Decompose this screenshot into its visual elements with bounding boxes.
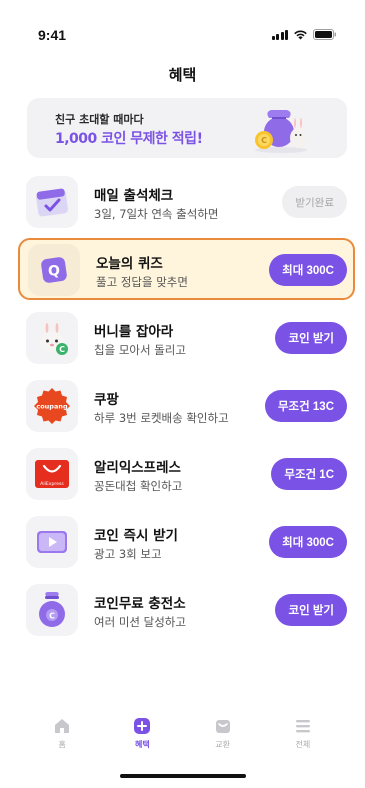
battery-icon [313, 29, 337, 40]
tab-label: 교환 [215, 740, 230, 749]
bottom-tab-bar: 홈 혜택 교환 전체 [0, 712, 365, 762]
quiz-q-icon: Q [28, 244, 80, 296]
svg-text:C: C [261, 136, 267, 145]
benefit-title: 오늘의 퀴즈 [96, 256, 163, 272]
plus-circle-icon [132, 716, 152, 736]
received-complete-button[interactable]: 받기완료 [282, 186, 347, 218]
benefit-subtitle: 칩을 모아서 돌리고 [94, 343, 186, 357]
status-time: 9:41 [38, 27, 67, 43]
play-video-icon [26, 516, 78, 568]
tab-home[interactable]: 홈 [37, 712, 87, 762]
coin-bag-icon: C [26, 584, 78, 636]
benefit-row-instant-coin[interactable]: 코인 즉시 받기 광고 3회 보고 최대 300C [18, 510, 355, 572]
benefit-title: 매일 출석체크 [94, 188, 174, 204]
benefit-title: 쿠팡 [94, 392, 119, 408]
benefit-row-aliexpress[interactable]: AliExpress 알리익스프레스 꽁돈대첩 확인하고 무조건 1C [18, 442, 355, 504]
tab-benefits[interactable]: 혜택 [117, 712, 167, 762]
benefit-row-coupang[interactable]: coupang 쿠팡 하루 3번 로켓배송 확인하고 무조건 13C [18, 374, 355, 436]
quiz-max-coin-button[interactable]: 최대 300C [269, 254, 347, 286]
home-icon [52, 716, 72, 736]
benefit-row-attendance[interactable]: 매일 출석체크 3일, 7일차 연속 출석하면 받기완료 [18, 170, 355, 232]
home-indicator [120, 774, 246, 778]
benefit-subtitle: 하루 3번 로켓배송 확인하고 [94, 411, 229, 425]
benefit-row-free-coin-station[interactable]: C 코인무료 충전소 여러 미션 달성하고 코인 받기 [18, 578, 355, 640]
wifi-icon [293, 29, 308, 40]
benefit-title: 알리익스프레스 [94, 460, 181, 476]
gift-box-icon [213, 716, 233, 736]
bunny-icon: C [26, 312, 78, 364]
svg-text:C: C [59, 345, 65, 354]
aliexpress-logo-text: AliExpress [40, 481, 64, 487]
benefit-row-bunny[interactable]: C 버니를 잡아라 칩을 모아서 돌리고 코인 받기 [18, 306, 355, 368]
signal-icon [271, 29, 288, 40]
tab-label: 전체 [295, 740, 311, 749]
get-coin-button[interactable]: 코인 받기 [275, 322, 347, 354]
svg-text:Q: Q [48, 264, 60, 280]
benefit-row-quiz[interactable]: Q 오늘의 퀴즈 풀고 정답을 맞추면 최대 300C [18, 238, 355, 300]
promo-subtitle: 친구 초대할 때마다 [55, 113, 144, 126]
tab-label: 혜택 [135, 740, 150, 749]
guaranteed-coin-button[interactable]: 무조건 1C [271, 458, 347, 490]
benefit-title: 코인무료 충전소 [94, 596, 186, 612]
calendar-check-icon [26, 176, 78, 228]
invite-promo-banner[interactable]: 친구 초대할 때마다 1,000 코인 무제한 적립! C [27, 98, 347, 158]
get-coin-button[interactable]: 코인 받기 [275, 594, 347, 626]
benefit-subtitle: 풀고 정답을 맞추면 [96, 275, 188, 289]
benefit-subtitle: 여러 미션 달성하고 [94, 615, 186, 629]
coupang-logo-icon: coupang [26, 380, 78, 432]
benefit-title: 버니를 잡아라 [94, 324, 174, 340]
max-coin-button[interactable]: 최대 300C [269, 526, 347, 558]
svg-text:C: C [49, 612, 55, 621]
aliexpress-logo-icon: AliExpress [26, 448, 78, 500]
benefit-title: 코인 즉시 받기 [94, 528, 178, 544]
tab-exchange[interactable]: 교환 [198, 712, 248, 762]
coin-bag-bunny-illustration: C [251, 104, 311, 154]
benefit-subtitle: 꽁돈대첩 확인하고 [94, 479, 183, 493]
status-bar: 9:41 [0, 0, 365, 60]
tab-all[interactable]: 전체 [278, 712, 328, 762]
benefit-subtitle: 광고 3회 보고 [94, 547, 162, 561]
page-title: 혜택 [168, 66, 197, 84]
status-icons [271, 29, 338, 40]
promo-title: 1,000 코인 무제한 적립! [55, 131, 203, 147]
guaranteed-coin-button[interactable]: 무조건 13C [264, 390, 347, 422]
tab-label: 홈 [58, 740, 66, 749]
coupang-logo-text: coupang [36, 403, 68, 411]
benefit-subtitle: 3일, 7일차 연속 출석하면 [94, 207, 219, 221]
menu-icon [293, 716, 313, 736]
